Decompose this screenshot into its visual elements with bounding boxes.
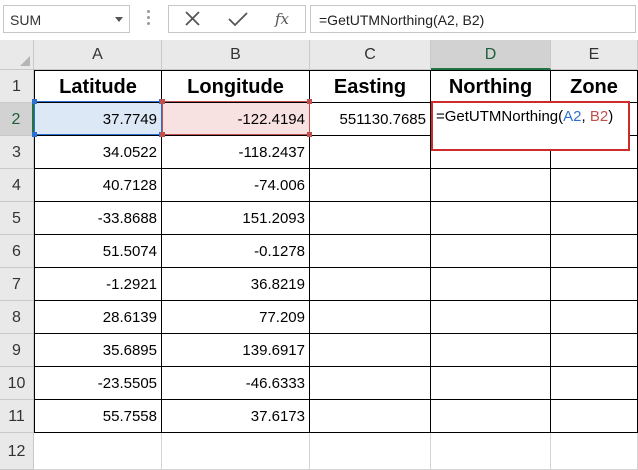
row-header-10[interactable]: 10 [0, 367, 34, 400]
row-header-5[interactable]: 5 [0, 202, 34, 235]
cell-longitude[interactable]: -0.1278 [162, 235, 310, 268]
check-icon[interactable] [226, 8, 250, 30]
formula-prefix: =GetUTMNorthing( [436, 108, 564, 125]
formula-ref-a2: A2 [563, 108, 582, 125]
chevron-down-icon[interactable] [115, 17, 123, 22]
cell-easting[interactable] [310, 202, 431, 235]
header-northing[interactable]: Northing [431, 70, 551, 103]
cell-northing[interactable] [431, 301, 551, 334]
cell-latitude[interactable]: 34.0522 [34, 136, 162, 169]
cell-northing[interactable] [431, 202, 551, 235]
cell-zone[interactable] [551, 268, 638, 301]
row-header-7[interactable]: 7 [0, 268, 34, 301]
formula-suffix: ) [608, 108, 614, 125]
cell-zone[interactable] [551, 235, 638, 268]
cell-longitude[interactable]: 151.2093 [162, 202, 310, 235]
cell-northing[interactable] [431, 235, 551, 268]
select-all-button[interactable] [0, 40, 34, 70]
cell-editor-d2[interactable]: =GetUTMNorthing(A2, B2) [431, 101, 630, 151]
formula-bar-area: SUM fx =GetUTMNorthing(A2, B2) [0, 0, 638, 41]
header-easting[interactable]: Easting [310, 70, 431, 103]
cell-longitude[interactable]: 77.209 [162, 301, 310, 334]
cell-longitude[interactable]: 37.6173 [162, 400, 310, 433]
cell-latitude[interactable]: 35.6895 [34, 334, 162, 367]
grid-cell[interactable] [310, 433, 431, 470]
row-header-9[interactable]: 9 [0, 334, 34, 367]
cell-latitude[interactable]: 51.5074 [34, 235, 162, 268]
cell-latitude[interactable]: -1.2921 [34, 268, 162, 301]
name-box[interactable]: SUM [3, 5, 130, 33]
insert-function-icon[interactable]: fx [270, 8, 294, 30]
cell-northing[interactable] [431, 268, 551, 301]
cell-easting[interactable] [310, 301, 431, 334]
cell-easting[interactable] [310, 268, 431, 301]
grid-cell[interactable] [551, 433, 638, 470]
name-box-value: SUM [10, 12, 42, 28]
row-header-8[interactable]: 8 [0, 301, 34, 334]
cell-easting[interactable] [310, 169, 431, 202]
column-header-d[interactable]: D [431, 40, 551, 70]
cell-latitude[interactable]: -33.8688 [34, 202, 162, 235]
cell-longitude[interactable]: -118.2437 [162, 136, 310, 169]
header-latitude[interactable]: Latitude [34, 70, 162, 103]
cell-zone[interactable] [551, 169, 638, 202]
formula-ref-b2: B2 [589, 108, 609, 125]
cell-easting[interactable] [310, 136, 431, 169]
cell-longitude[interactable]: -122.4194 [162, 103, 310, 136]
cell-easting[interactable]: 551130.7685 [310, 103, 431, 136]
cell-latitude[interactable]: 37.7749 [34, 103, 162, 136]
row-header-1[interactable]: 1 [0, 70, 34, 103]
grid-cell[interactable] [34, 433, 162, 470]
cell-latitude[interactable]: -23.5505 [34, 367, 162, 400]
cell-easting[interactable] [310, 367, 431, 400]
cell-zone[interactable] [551, 334, 638, 367]
cell-longitude[interactable]: 36.8219 [162, 268, 310, 301]
cell-zone[interactable] [551, 301, 638, 334]
more-vertical-icon [147, 10, 151, 28]
cell-zone[interactable] [551, 400, 638, 433]
formula-text: =GetUTMNorthing(A2, B2) [319, 12, 485, 28]
row-header-2[interactable]: 2 [0, 103, 34, 136]
row-header-6[interactable]: 6 [0, 235, 34, 268]
formula-separator: , [581, 108, 590, 125]
row-header-4[interactable]: 4 [0, 169, 34, 202]
grid-cell[interactable] [162, 433, 310, 470]
column-header-e[interactable]: E [551, 40, 638, 70]
column-header-c[interactable]: C [310, 40, 431, 70]
column-header-b[interactable]: B [162, 40, 310, 70]
cell-easting[interactable] [310, 235, 431, 268]
close-icon[interactable] [181, 8, 205, 30]
cell-northing[interactable] [431, 334, 551, 367]
cell-zone[interactable] [551, 367, 638, 400]
cell-longitude[interactable]: 139.6917 [162, 334, 310, 367]
row-header-12[interactable]: 12 [0, 433, 34, 470]
header-zone[interactable]: Zone [551, 70, 638, 103]
cell-easting[interactable] [310, 334, 431, 367]
cell-longitude[interactable]: -46.6333 [162, 367, 310, 400]
cell-longitude[interactable]: -74.006 [162, 169, 310, 202]
formula-input[interactable]: =GetUTMNorthing(A2, B2) [310, 5, 636, 33]
spreadsheet-grid: A B C D E 1 2 3 4 5 6 7 8 9 10 11 12 Lat… [0, 40, 638, 470]
header-longitude[interactable]: Longitude [162, 70, 310, 103]
cell-northing[interactable] [431, 367, 551, 400]
cell-northing[interactable] [431, 169, 551, 202]
cell-zone[interactable] [551, 202, 638, 235]
formula-buttons: fx [168, 5, 306, 33]
grid-cell[interactable] [431, 433, 551, 470]
column-header-a[interactable]: A [34, 40, 162, 70]
row-header-11[interactable]: 11 [0, 400, 34, 433]
row-header-3[interactable]: 3 [0, 136, 34, 169]
cell-northing[interactable] [431, 400, 551, 433]
cell-easting[interactable] [310, 400, 431, 433]
cell-latitude[interactable]: 55.7558 [34, 400, 162, 433]
cell-latitude[interactable]: 28.6139 [34, 301, 162, 334]
cell-editor-text: =GetUTMNorthing(A2, B2) [436, 108, 613, 125]
cell-latitude[interactable]: 40.7128 [34, 169, 162, 202]
